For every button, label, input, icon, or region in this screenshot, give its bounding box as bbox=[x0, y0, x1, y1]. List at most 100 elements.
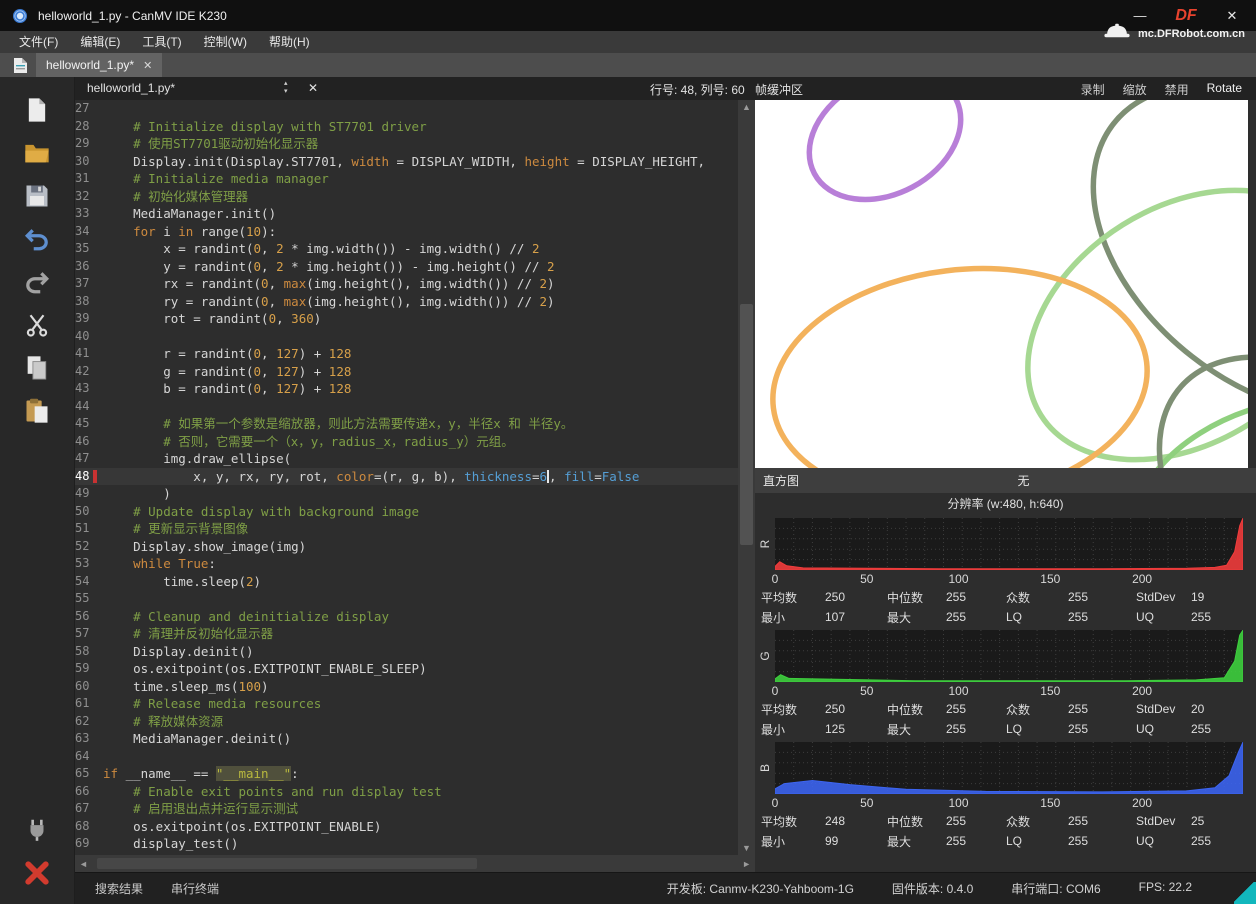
code-line-60[interactable]: 60 time.sleep_ms(100) bbox=[75, 678, 738, 696]
code-line-61[interactable]: 61 # Release media resources bbox=[75, 695, 738, 713]
code-line-63[interactable]: 63 MediaManager.deinit() bbox=[75, 730, 738, 748]
code-line-46[interactable]: 46 # 否则，它需要一个（x，y，radius_x，radius_y）元组。 bbox=[75, 433, 738, 451]
stat-value: 250 bbox=[825, 590, 887, 604]
code-line-37[interactable]: 37 rx = randint(0, max(img.height(), img… bbox=[75, 275, 738, 293]
code-line-67[interactable]: 67 # 启用退出点并运行显示测试 bbox=[75, 800, 738, 818]
histogram-b-channel: B050100150200平均数248中位数255众数255StdDev25最小… bbox=[755, 741, 1256, 851]
file-selector[interactable]: helloworld_1.py* bbox=[87, 81, 175, 95]
rotate-button[interactable]: Rotate bbox=[1207, 81, 1242, 98]
menu-help[interactable]: 帮助(H) bbox=[258, 31, 321, 53]
code-line-54[interactable]: 54 time.sleep(2) bbox=[75, 573, 738, 591]
stat-value: 255 bbox=[1068, 590, 1136, 604]
undo-button[interactable] bbox=[20, 222, 54, 256]
menu-tools[interactable]: 工具(T) bbox=[131, 31, 192, 53]
code-line-56[interactable]: 56 # Cleanup and deinitialize display bbox=[75, 608, 738, 626]
code-text: # 如果第一个参数是缩放器，则此方法需要传递x，y，半径x 和 半径y。 bbox=[103, 415, 573, 433]
code-text: # Update display with background image bbox=[103, 503, 419, 521]
disconnect-button[interactable] bbox=[20, 856, 54, 890]
code-line-43[interactable]: 43 b = randint(0, 127) + 128 bbox=[75, 380, 738, 398]
code-line-62[interactable]: 62 # 释放媒体资源 bbox=[75, 713, 738, 731]
code-line-48[interactable]: 48 x, y, rx, ry, rot, color=(r, g, b), t… bbox=[75, 468, 738, 486]
code-line-31[interactable]: 31 # Initialize media manager bbox=[75, 170, 738, 188]
spinner-up-icon[interactable]: ▴ bbox=[284, 80, 288, 88]
horizontal-scroll-thumb[interactable] bbox=[97, 858, 477, 869]
x-tick-label: 200 bbox=[1132, 572, 1152, 586]
editor-vertical-scrollbar[interactable]: ▲ ▼ bbox=[738, 100, 755, 855]
redo-button[interactable] bbox=[20, 265, 54, 299]
code-line-49[interactable]: 49 ) bbox=[75, 485, 738, 503]
resize-grip[interactable] bbox=[1234, 882, 1256, 904]
copy-button[interactable] bbox=[20, 351, 54, 385]
line-number: 61 bbox=[75, 695, 103, 713]
scroll-down-icon[interactable]: ▼ bbox=[742, 841, 751, 855]
code-line-34[interactable]: 34 for i in range(10): bbox=[75, 223, 738, 241]
code-line-50[interactable]: 50 # Update display with background imag… bbox=[75, 503, 738, 521]
code-line-36[interactable]: 36 y = randint(0, 2 * img.height()) - im… bbox=[75, 258, 738, 276]
code-line-44[interactable]: 44 bbox=[75, 398, 738, 416]
code-line-51[interactable]: 51 # 更新显示背景图像 bbox=[75, 520, 738, 538]
code-line-41[interactable]: 41 r = randint(0, 127) + 128 bbox=[75, 345, 738, 363]
status-tab-search-results[interactable]: 搜索结果 bbox=[81, 880, 157, 897]
file-close-icon[interactable]: ✕ bbox=[308, 81, 318, 95]
code-line-52[interactable]: 52 Display.show_image(img) bbox=[75, 538, 738, 556]
stat-value: 250 bbox=[825, 702, 887, 716]
connect-board-button[interactable] bbox=[20, 813, 54, 847]
code-line-35[interactable]: 35 x = randint(0, 2 * img.width()) - img… bbox=[75, 240, 738, 258]
open-file-button[interactable] bbox=[20, 136, 54, 170]
code-line-65[interactable]: 65if __name__ == "__main__": bbox=[75, 765, 738, 783]
code-line-55[interactable]: 55 bbox=[75, 590, 738, 608]
code-line-39[interactable]: 39 rot = randint(0, 360) bbox=[75, 310, 738, 328]
scroll-left-icon[interactable]: ◄ bbox=[79, 857, 88, 871]
code-text: os.exitpoint(os.EXITPOINT_ENABLE) bbox=[103, 818, 381, 836]
stat-value: 255 bbox=[1191, 722, 1256, 736]
menu-control[interactable]: 控制(W) bbox=[193, 31, 258, 53]
disable-button[interactable]: 禁用 bbox=[1165, 81, 1189, 98]
editor-horizontal-scrollbar[interactable]: ◄ ► bbox=[75, 855, 755, 872]
save-file-button[interactable] bbox=[20, 179, 54, 213]
code-text: Display.show_image(img) bbox=[103, 538, 306, 556]
status-tab-serial-terminal[interactable]: 串行终端 bbox=[157, 880, 233, 897]
code-line-53[interactable]: 53 while True: bbox=[75, 555, 738, 573]
code-line-27[interactable]: 27 bbox=[75, 100, 738, 118]
cut-button[interactable] bbox=[20, 308, 54, 342]
spinner-down-icon[interactable]: ▾ bbox=[284, 88, 288, 96]
code-line-68[interactable]: 68 os.exitpoint(os.EXITPOINT_ENABLE) bbox=[75, 818, 738, 836]
tab-close-icon[interactable]: ✕ bbox=[143, 59, 152, 72]
code-line-64[interactable]: 64 bbox=[75, 748, 738, 766]
title-bar: helloworld_1.py - CanMV IDE K230 — DF ✕ bbox=[0, 0, 1256, 31]
zoom-button[interactable]: 缩放 bbox=[1123, 81, 1147, 98]
code-line-69[interactable]: 69 display_test() bbox=[75, 835, 738, 853]
line-number: 47 bbox=[75, 450, 103, 468]
code-line-45[interactable]: 45 # 如果第一个参数是缩放器，则此方法需要传递x，y，半径x 和 半径y。 bbox=[75, 415, 738, 433]
record-button[interactable]: 录制 bbox=[1081, 81, 1105, 98]
code-line-30[interactable]: 30 Display.init(Display.ST7701, width = … bbox=[75, 153, 738, 171]
code-line-58[interactable]: 58 Display.deinit() bbox=[75, 643, 738, 661]
code-line-42[interactable]: 42 g = randint(0, 127) + 128 bbox=[75, 363, 738, 381]
menu-file[interactable]: 文件(F) bbox=[8, 31, 69, 53]
code-line-38[interactable]: 38 ry = randint(0, max(img.height(), img… bbox=[75, 293, 738, 311]
menu-edit[interactable]: 编辑(E) bbox=[69, 31, 131, 53]
line-number: 44 bbox=[75, 398, 103, 416]
code-line-33[interactable]: 33 MediaManager.init() bbox=[75, 205, 738, 223]
code-line-29[interactable]: 29 # 使用ST7701驱动初始化显示器 bbox=[75, 135, 738, 153]
scroll-right-icon[interactable]: ► bbox=[742, 857, 751, 871]
code-line-40[interactable]: 40 bbox=[75, 328, 738, 346]
scroll-up-icon[interactable]: ▲ bbox=[742, 100, 751, 114]
histogram-mode-select[interactable]: 无 bbox=[799, 472, 1248, 489]
line-number: 68 bbox=[75, 818, 103, 836]
code-line-47[interactable]: 47 img.draw_ellipse( bbox=[75, 450, 738, 468]
code-line-28[interactable]: 28 # Initialize display with ST7701 driv… bbox=[75, 118, 738, 136]
stat-value: 255 bbox=[1191, 834, 1256, 848]
line-number: 66 bbox=[75, 783, 103, 801]
tab-helloworld[interactable]: helloworld_1.py* ✕ bbox=[36, 53, 162, 77]
code-line-66[interactable]: 66 # Enable exit points and run display … bbox=[75, 783, 738, 801]
file-selector-arrows-icon[interactable]: ▴▾ bbox=[284, 80, 288, 96]
new-file-button[interactable] bbox=[20, 93, 54, 127]
code-line-32[interactable]: 32 # 初始化媒体管理器 bbox=[75, 188, 738, 206]
vertical-scroll-thumb[interactable] bbox=[740, 304, 753, 546]
paste-button[interactable] bbox=[20, 394, 54, 428]
code-line-57[interactable]: 57 # 清理并反初始化显示器 bbox=[75, 625, 738, 643]
code-editor[interactable]: 2728 # Initialize display with ST7701 dr… bbox=[75, 100, 738, 855]
code-line-59[interactable]: 59 os.exitpoint(os.EXITPOINT_ENABLE_SLEE… bbox=[75, 660, 738, 678]
stat-value: 99 bbox=[825, 834, 887, 848]
